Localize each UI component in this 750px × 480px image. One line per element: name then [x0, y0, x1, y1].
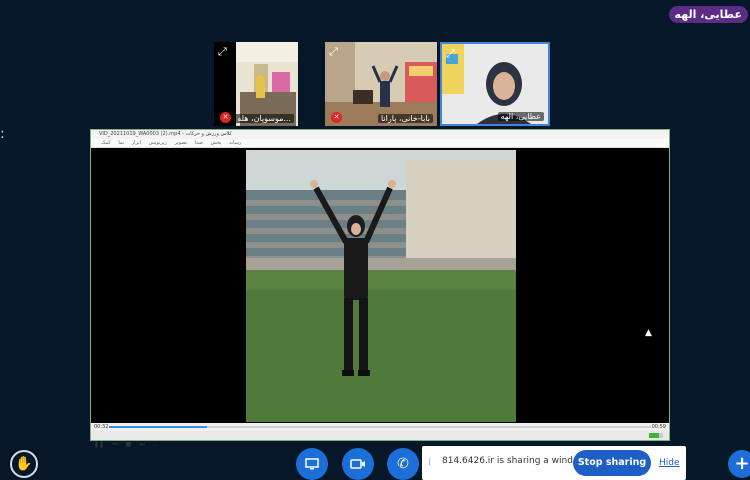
plus-icon[interactable]: +: [728, 450, 750, 478]
phone-icon[interactable]: ✆: [387, 448, 419, 480]
player-title: VID_20211019_WA0003 (2).mp4 - کلاس ورزش …: [91, 130, 669, 139]
participant-name: عطایی، الهه: [497, 112, 544, 121]
menu-item[interactable]: نما: [111, 140, 124, 146]
time-total: 00:59: [651, 424, 666, 430]
expand-icon[interactable]: ⤢: [446, 47, 455, 61]
participant-tile-2[interactable]: ⤢ ✕ بابا-خانی، پارانا: [325, 42, 437, 126]
menu-item[interactable]: زیرنویس: [141, 140, 167, 146]
more-options-icon[interactable]: :: [0, 126, 5, 142]
prev-icon[interactable]: ⏮: [112, 440, 117, 449]
volume-slider[interactable]: [649, 433, 663, 438]
pause-icon[interactable]: ❚❚: [94, 440, 104, 449]
stop-sharing-button[interactable]: Stop sharing: [573, 450, 651, 476]
menu-item[interactable]: صدا: [187, 140, 203, 146]
menu-item[interactable]: رسانه: [222, 140, 241, 146]
mic-muted-icon: ✕: [331, 112, 342, 123]
expand-icon[interactable]: ⤢: [218, 45, 227, 59]
video-frame: [246, 150, 516, 422]
sharing-message: 814.6426.ir is sharing a window.: [442, 456, 588, 466]
seek-bar[interactable]: 00:32 00:59: [91, 423, 669, 431]
next-icon[interactable]: ⏭: [139, 440, 144, 449]
fullscreen-icon[interactable]: ⛶: [153, 440, 157, 449]
expand-icon[interactable]: ⤢: [329, 45, 338, 59]
stop-icon[interactable]: ■: [126, 440, 132, 449]
hide-link[interactable]: Hide: [659, 458, 680, 468]
participant-name: بابا-خانی، پارانا: [377, 114, 433, 123]
player-menu[interactable]: رسانه پخش صدا تصویر زیرنویس ابزار نما کم…: [91, 139, 669, 148]
participant-name: موسوپان، هله...: [234, 114, 294, 123]
drag-handle-icon[interactable]: ⁞: [428, 457, 431, 468]
menu-item[interactable]: تصویر: [167, 140, 187, 146]
hand-icon[interactable]: ✋: [10, 450, 38, 478]
mouse-cursor-icon: ▲: [645, 328, 652, 338]
participant-tile-3[interactable]: ⤢ عطایی، الهه: [440, 42, 550, 126]
time-elapsed: 00:32: [94, 424, 109, 430]
seek-progress: [109, 426, 207, 428]
player-controls: ❚❚ ⏮ ■ ⏭ ⛶: [91, 431, 669, 448]
menu-item[interactable]: ابزار: [124, 140, 141, 146]
monitor-icon[interactable]: [296, 448, 328, 480]
video-camera-icon[interactable]: [342, 448, 374, 480]
user-badge[interactable]: عطایی، الهه: [668, 6, 748, 23]
sharing-notification: ⁞ 814.6426.ir is sharing a window. Stop …: [422, 446, 686, 480]
mic-muted-icon: ✕: [220, 112, 231, 123]
shared-media-player[interactable]: VID_20211019_WA0003 (2).mp4 - کلاس ورزش …: [90, 129, 670, 448]
menu-item[interactable]: پخش: [203, 140, 222, 146]
menu-item[interactable]: کمک: [101, 140, 111, 146]
participant-tile-1[interactable]: ⤢ ✕ موسوپان، هله...: [214, 42, 298, 126]
